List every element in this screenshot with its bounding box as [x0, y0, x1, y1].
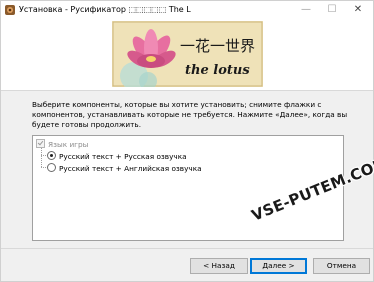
- minimize-button[interactable]: —: [293, 1, 319, 20]
- footer-bar: < Назад Далее > Отмена: [1, 249, 373, 281]
- title-bar[interactable]: Установка - Русификатор ⬚⬚⬚⬚⬚ The L — ☐ …: [1, 1, 373, 20]
- main-panel: Выберите компоненты, которые вы хотите у…: [1, 91, 373, 248]
- installer-icon: [5, 5, 15, 15]
- banner-chinese-text: 一花一世界: [180, 37, 255, 55]
- lotus-banner: 一花一世界 the lotus: [112, 21, 263, 87]
- tree-line: [41, 167, 46, 168]
- component-option-english-voice[interactable]: Русский текст + Английская озвучка: [47, 163, 202, 173]
- installer-window: Установка - Русификатор ⬚⬚⬚⬚⬚ The L — ☐ …: [0, 0, 374, 282]
- component-option-label: Русский текст + Русская озвучка: [59, 152, 187, 161]
- component-option-label: Русский текст + Английская озвучка: [59, 164, 202, 173]
- tree-line: [41, 155, 46, 156]
- radio-selected-icon[interactable]: [47, 151, 56, 160]
- radio-unselected-icon[interactable]: [47, 163, 56, 172]
- banner-area: 一花一世界 the lotus: [1, 20, 373, 91]
- window-title: Установка - Русификатор ⬚⬚⬚⬚⬚ The L: [19, 5, 191, 14]
- banner-english-text: the lotus: [185, 63, 250, 78]
- component-option-russian-voice[interactable]: Русский текст + Русская озвучка: [47, 151, 187, 161]
- component-group-language: Язык игры: [36, 139, 88, 149]
- back-button[interactable]: < Назад: [190, 258, 248, 274]
- checkbox-checked-disabled-icon: [36, 139, 45, 148]
- component-group-label: Язык игры: [48, 140, 89, 149]
- close-button[interactable]: ✕: [345, 1, 371, 20]
- tree-line: [41, 148, 42, 167]
- cancel-button[interactable]: Отмена: [313, 258, 370, 274]
- instructions-text: Выберите компоненты, которые вы хотите у…: [32, 100, 348, 129]
- next-button[interactable]: Далее >: [250, 258, 307, 274]
- maximize-button[interactable]: ☐: [319, 1, 345, 20]
